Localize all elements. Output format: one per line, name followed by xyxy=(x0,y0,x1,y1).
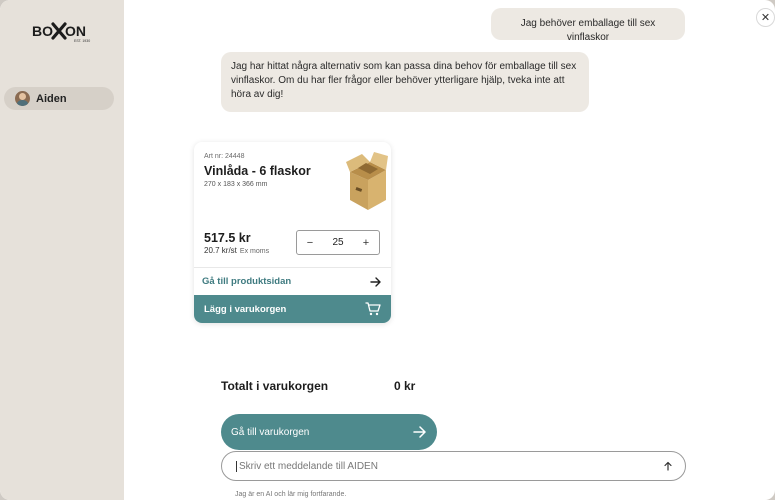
assistant-message: Jag har hittat några alternativ som kan … xyxy=(221,52,589,112)
chat-input-box xyxy=(221,451,686,481)
product-price: 517.5 kr xyxy=(204,231,251,245)
close-button[interactable]: ✕ xyxy=(756,8,775,27)
cart-icon xyxy=(365,302,381,316)
product-page-link-label: Gå till produktsidan xyxy=(202,276,292,287)
add-to-cart-label: Lägg i varukorgen xyxy=(204,303,287,315)
arrow-right-icon xyxy=(413,426,426,438)
product-page-link[interactable]: Gå till produktsidan xyxy=(194,267,391,295)
boxon-logo[interactable]: BO ON EST. 1930 xyxy=(32,20,94,46)
cart-total-label: Totalt i varukorgen xyxy=(221,379,329,393)
ai-disclaimer: Jag är en AI och lär mig fortfarande. xyxy=(235,491,347,498)
go-to-cart-label: Gå till varukorgen xyxy=(231,426,310,438)
svg-text:ON: ON xyxy=(65,23,86,39)
product-image xyxy=(346,152,388,210)
quantity-stepper: − 25 + xyxy=(296,230,380,255)
add-to-cart-button[interactable]: Lägg i varukorgen xyxy=(194,295,391,323)
svg-text:BO: BO xyxy=(32,23,53,39)
vat-note: Ex moms xyxy=(239,248,270,255)
sidebar-item-label: Aiden xyxy=(36,92,67,105)
user-message: Jag behöver emballage till sex vinflasko… xyxy=(491,8,685,43)
decrease-quantity-button[interactable]: − xyxy=(305,237,315,249)
avatar xyxy=(15,91,30,106)
product-name: Vinlåda - 6 flaskor xyxy=(204,164,311,178)
svg-text:EST. 1930: EST. 1930 xyxy=(74,39,90,43)
close-icon: ✕ xyxy=(760,12,771,24)
unit-price: 20.7 kr/st Ex moms xyxy=(204,246,269,255)
sidebar-item-aiden[interactable]: Aiden xyxy=(4,87,114,110)
sidebar: BO ON EST. 1930 Aiden xyxy=(0,0,124,500)
go-to-cart-button[interactable]: Gå till varukorgen xyxy=(221,414,437,450)
arrow-up-icon[interactable] xyxy=(663,461,673,471)
product-dimensions: 270 x 183 x 366 mm xyxy=(204,181,268,188)
arrow-right-icon xyxy=(370,276,381,287)
unit-price-value: 20.7 kr/st xyxy=(204,246,237,255)
message-input[interactable] xyxy=(236,460,636,472)
increase-quantity-button[interactable]: + xyxy=(361,237,371,249)
app-window: BO ON EST. 1930 Aiden ✕ Jag behöver emba… xyxy=(0,0,775,500)
logo-mark: BO ON EST. 1930 xyxy=(32,22,90,43)
article-number: Art nr: 24448 xyxy=(204,153,245,160)
quantity-value[interactable]: 25 xyxy=(332,237,343,248)
product-card: Art nr: 24448 Vinlåda - 6 flaskor 270 x … xyxy=(194,142,391,323)
cart-total-value: 0 kr xyxy=(394,379,416,393)
